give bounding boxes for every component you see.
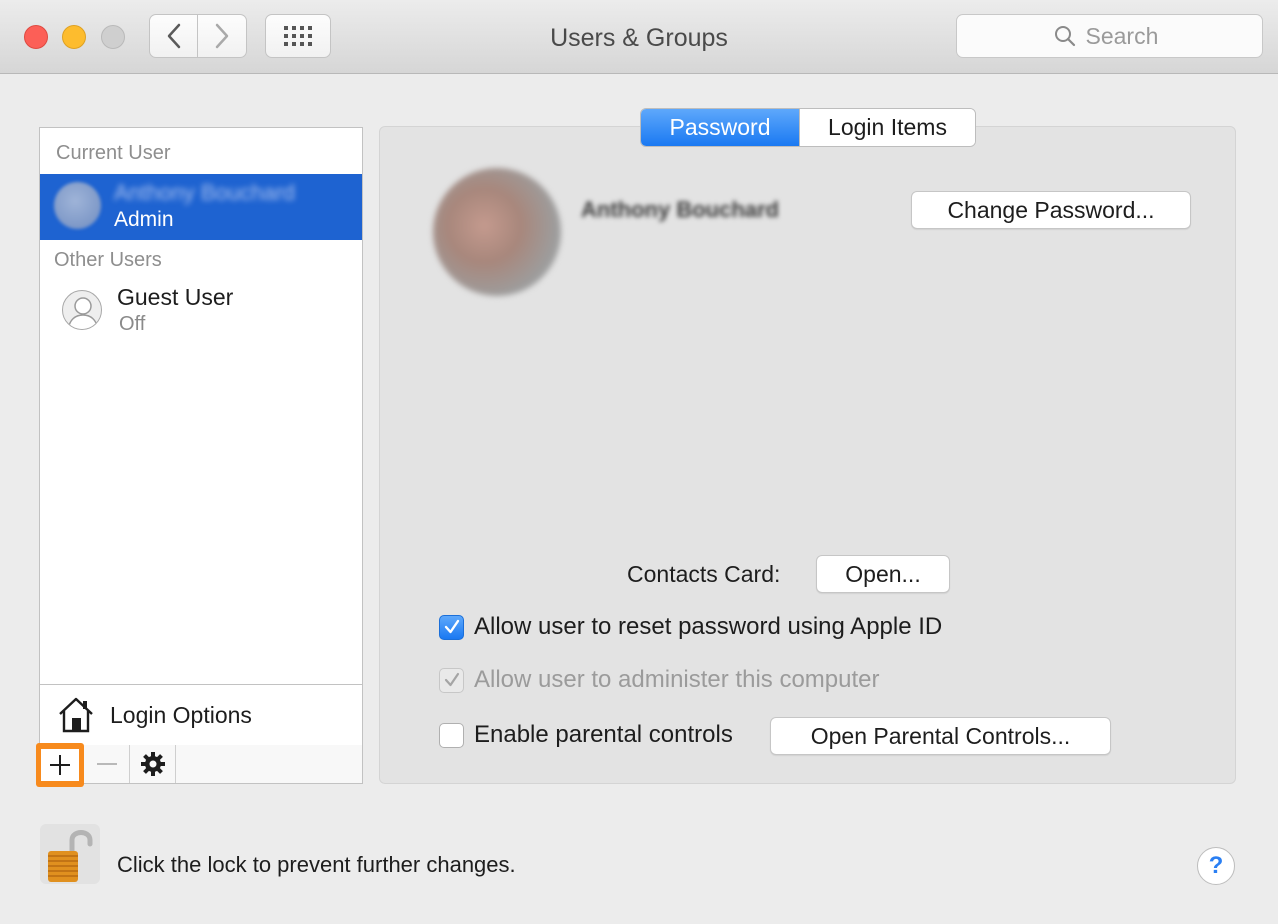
guest-user-name: Guest User (117, 284, 234, 310)
change-password-button[interactable]: Change Password... (911, 191, 1191, 229)
login-options-label: Login Options (110, 701, 252, 728)
person-icon (62, 290, 102, 330)
parental-controls-label: Enable parental controls (474, 721, 733, 748)
parental-controls-checkbox[interactable] (439, 722, 464, 748)
search-input[interactable] (1085, 22, 1166, 50)
reset-password-option[interactable]: Allow user to reset password using Apple… (439, 613, 942, 641)
plus-icon (50, 755, 70, 775)
login-options-item[interactable]: Login Options (39, 684, 363, 746)
lock-status-text: Click the lock to prevent further change… (117, 852, 516, 877)
guest-user-status: Off (119, 313, 146, 335)
search-field[interactable] (956, 14, 1263, 58)
action-menu-button[interactable] (130, 745, 176, 783)
user-row-current[interactable]: Anthony Bouchard Admin (40, 174, 362, 240)
add-user-button[interactable] (36, 743, 84, 787)
administer-option: Allow user to administer this computer (439, 666, 880, 694)
open-parental-controls-button[interactable]: Open Parental Controls... (770, 717, 1111, 755)
tab-bar: Password Login Items (640, 108, 976, 147)
checkmark-icon (444, 672, 459, 687)
checkmark-icon (444, 619, 459, 634)
house-icon (59, 697, 93, 733)
minus-icon (96, 763, 117, 765)
parental-controls-option[interactable]: Enable parental controls (439, 721, 733, 749)
open-contacts-button[interactable]: Open... (816, 555, 950, 593)
tab-password[interactable]: Password (641, 109, 799, 146)
title-bar: Users & Groups (0, 0, 1278, 74)
user-picture[interactable] (433, 168, 561, 296)
avatar (54, 182, 101, 229)
remove-user-button[interactable] (84, 745, 130, 783)
search-icon (1054, 26, 1075, 47)
help-icon[interactable]: ? (1197, 847, 1235, 885)
contacts-card-label: Contacts Card: (627, 561, 781, 587)
user-row-guest[interactable]: Guest User Off (40, 276, 362, 342)
lock-icon[interactable] (38, 822, 102, 886)
user-name: Anthony Bouchard (114, 180, 296, 205)
administer-label: Allow user to administer this computer (474, 666, 880, 693)
reset-password-label: Allow user to reset password using Apple… (474, 613, 943, 640)
administer-checkbox (439, 667, 464, 693)
other-users-header: Other Users (54, 249, 162, 271)
user-list-toolbar (36, 743, 363, 787)
tab-login-items[interactable]: Login Items (799, 109, 975, 146)
user-list: Current User Anthony Bouchard Admin Othe… (39, 127, 363, 685)
profile-name: Anthony Bouchard (581, 197, 779, 222)
current-user-header: Current User (56, 142, 171, 164)
gear-icon (140, 752, 165, 776)
reset-password-checkbox[interactable] (439, 614, 464, 640)
user-role: Admin (114, 208, 174, 231)
